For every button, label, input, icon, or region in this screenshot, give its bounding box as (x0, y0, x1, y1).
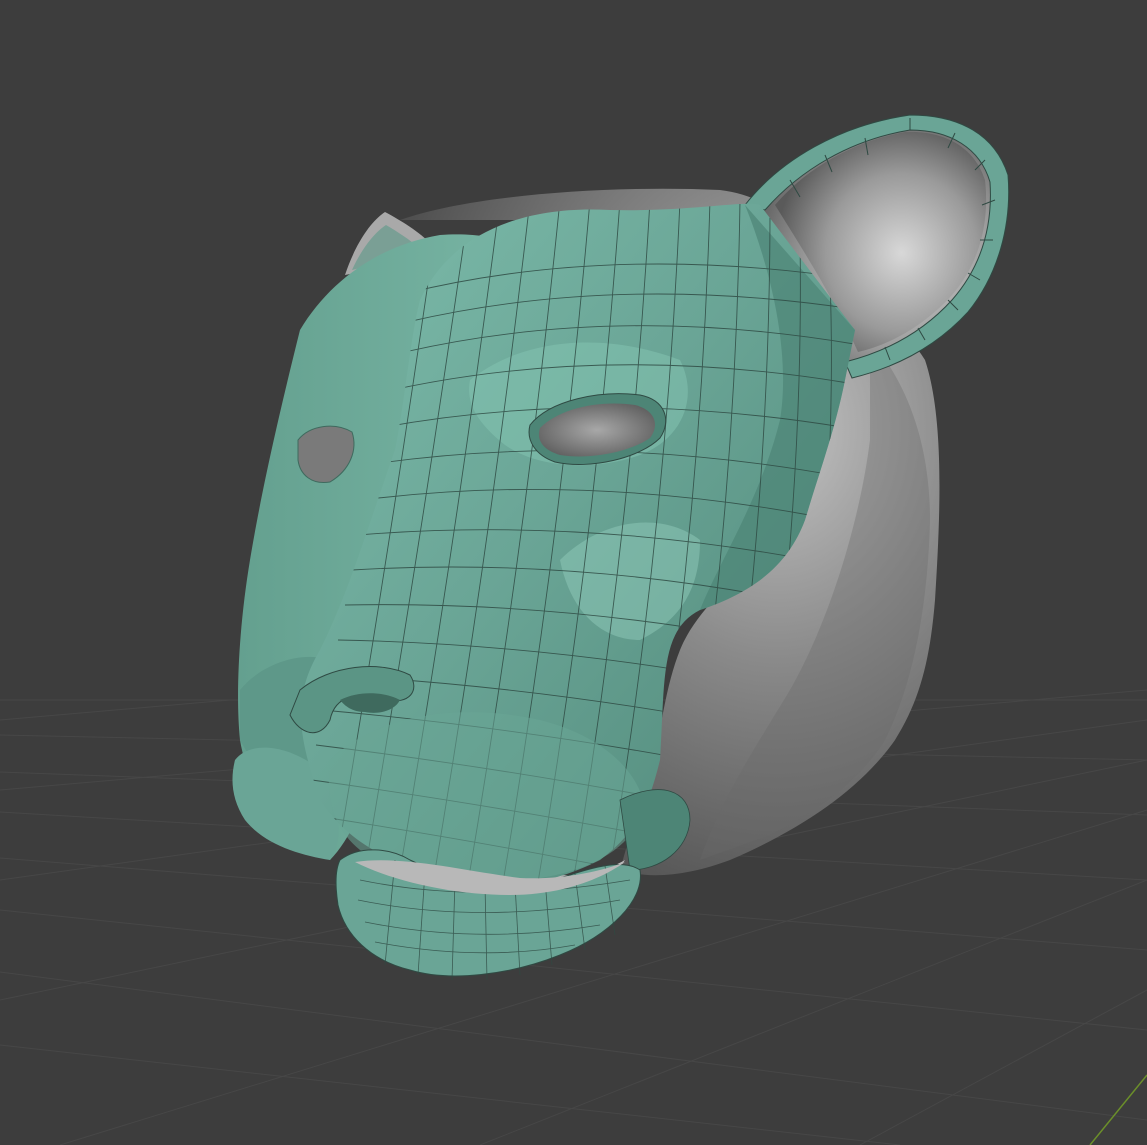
viewport-canvas[interactable] (0, 0, 1147, 1145)
x-axis-line (1089, 1074, 1147, 1145)
3d-viewport[interactable] (0, 0, 1147, 1145)
